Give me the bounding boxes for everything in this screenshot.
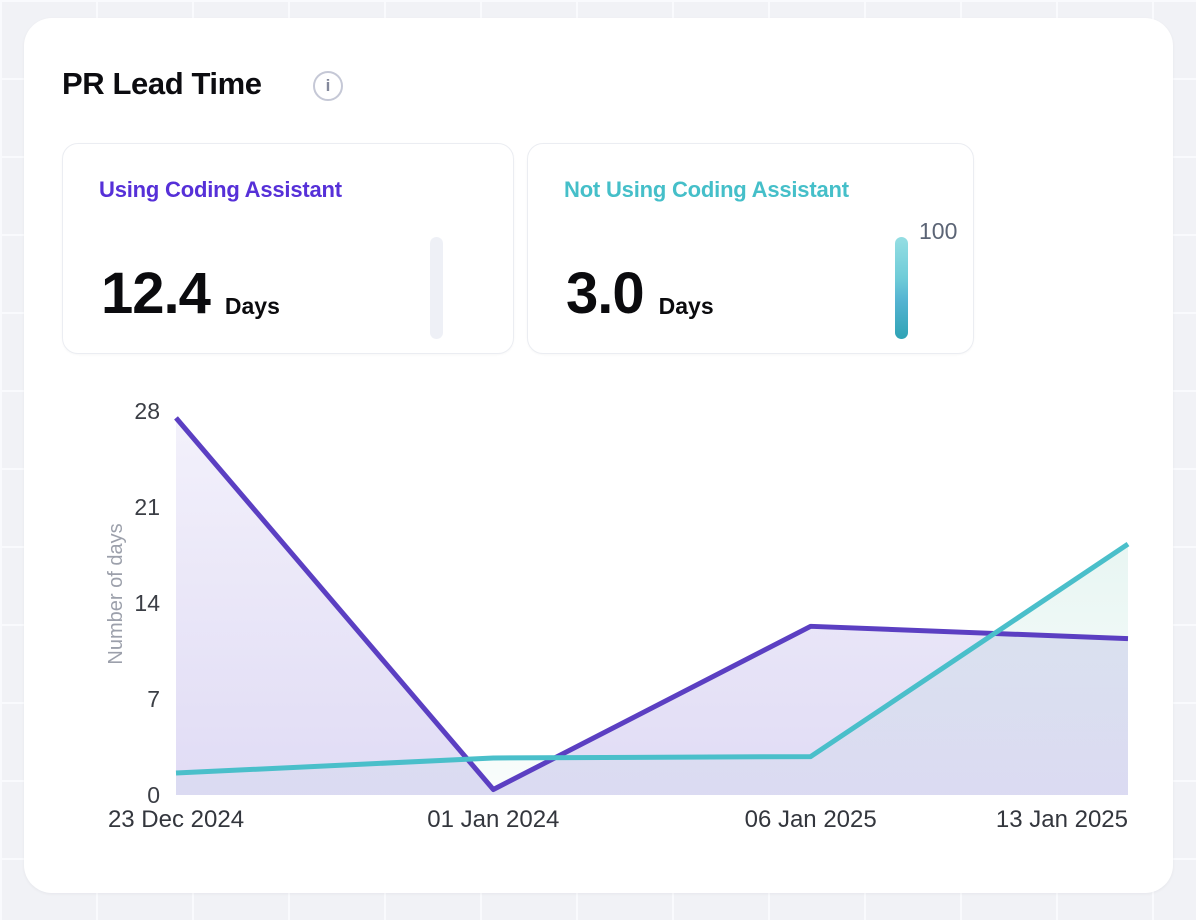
stat-unit: Days	[659, 295, 714, 323]
lead-time-chart-canvas[interactable]: 0 7 14 21 28 Number of days 23 Dec 2024 01 Jan …	[24, 398, 1173, 858]
stat-label: Using Coding Assistant	[99, 177, 342, 203]
stat-scale-bar	[430, 237, 443, 339]
lead-time-chart: 0 7 14 21 28 Number of days 23 Dec 2024 01 Jan …	[24, 398, 1173, 858]
pr-lead-time-card: PR Lead Time i Using Coding Assistant 12…	[24, 18, 1173, 893]
stat-card-using-coding-assistant: Using Coding Assistant 12.4 Days	[62, 143, 514, 354]
y-tick-label: 14	[134, 590, 160, 616]
x-tick-label: 06 Jan 2025	[745, 806, 877, 833]
stat-value: 3.0	[566, 265, 644, 323]
info-icon-glyph: i	[326, 76, 331, 96]
y-tick-label: 21	[134, 494, 160, 520]
y-tick-label: 7	[147, 686, 160, 712]
x-tick-label: 13 Jan 2025	[996, 806, 1128, 833]
stat-scale-bar	[895, 237, 908, 339]
y-tick-label: 28	[134, 398, 160, 424]
stat-value: 12.4	[101, 265, 210, 323]
stat-unit: Days	[225, 295, 280, 323]
y-axis-title: Number of days	[105, 523, 127, 664]
info-icon[interactable]: i	[313, 71, 343, 101]
scale-max-label: 100	[919, 218, 957, 246]
stat-value-row: 3.0 Days	[566, 265, 714, 323]
page-title: PR Lead Time	[62, 66, 262, 102]
stat-card-not-using-coding-assistant: Not Using Coding Assistant 3.0 Days 100	[527, 143, 974, 354]
x-tick-label: 01 Jan 2024	[427, 806, 559, 833]
stat-label: Not Using Coding Assistant	[564, 177, 849, 203]
dashboard-page: { "header": { "title": "PR Lead Time", "…	[0, 0, 1196, 920]
x-tick-label: 23 Dec 2024	[108, 806, 244, 833]
stat-value-row: 12.4 Days	[101, 265, 280, 323]
y-tick-label: 0	[147, 782, 160, 808]
